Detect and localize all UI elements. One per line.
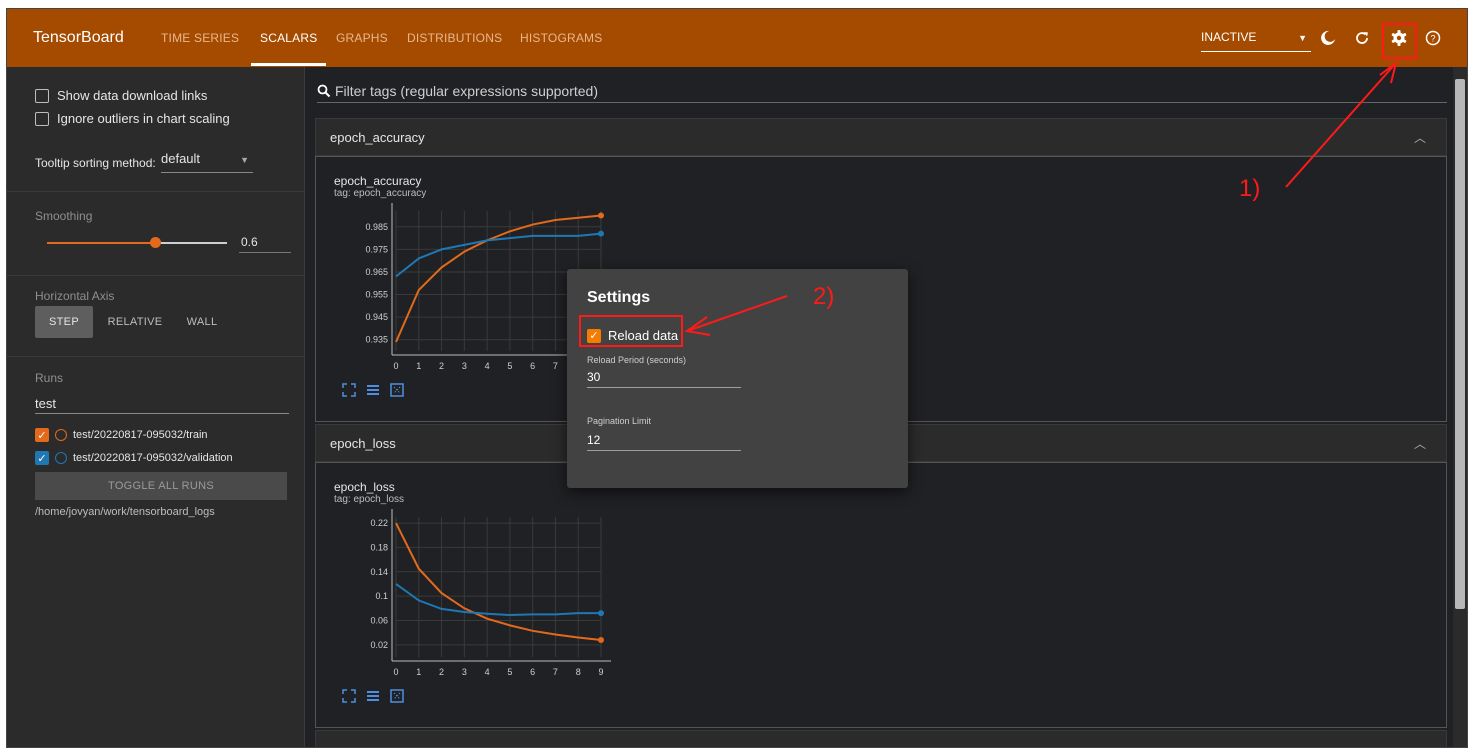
annotation-arrows [684, 60, 1398, 336]
arrow-line-two [686, 295, 788, 332]
arrow-line-one [1285, 62, 1397, 188]
tensorboard-window: TensorBoard TIME SERIES SCALARS GRAPHS D… [6, 8, 1468, 748]
